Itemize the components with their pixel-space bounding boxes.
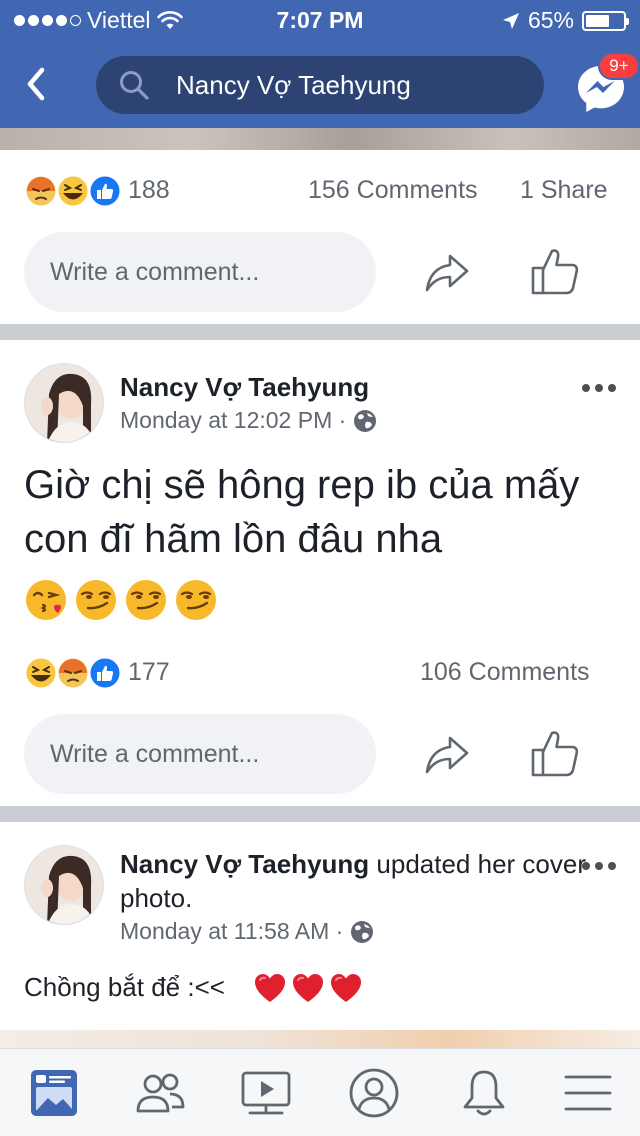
top-bar: Viettel 7:07 PM 65% Nancy Vợ Taehyung 9+ [0, 0, 640, 128]
post-meta: Monday at 12:02 PM · [120, 407, 378, 434]
post-author[interactable]: Nancy Vợ Taehyung [120, 372, 369, 403]
comments-count[interactable]: 106 Comments [420, 658, 590, 687]
kissing-heart-emoji-icon [26, 580, 66, 620]
like-button-icon[interactable] [530, 246, 580, 296]
shares-count[interactable]: 1 Share [520, 176, 608, 205]
post-author[interactable]: Nancy Vợ Taehyung [120, 849, 369, 879]
heart-icon [255, 974, 285, 1002]
share-icon[interactable] [423, 248, 471, 296]
smirk-emoji-icon [126, 580, 166, 620]
news-feed-icon[interactable] [28, 1067, 80, 1119]
profile-icon[interactable] [348, 1067, 400, 1119]
avatar[interactable] [24, 363, 104, 443]
heart-icon [293, 974, 323, 1002]
reaction-count: 188 [128, 176, 170, 204]
haha-icon [56, 174, 90, 208]
reactions-summary[interactable]: 177 106 Comments [0, 654, 640, 694]
avatar-image [25, 364, 103, 442]
reaction-count: 177 [128, 658, 170, 686]
globe-icon [351, 920, 374, 943]
post-timestamp[interactable]: Monday at 11:58 AM · [120, 918, 343, 945]
post-meta: Monday at 11:58 AM · [120, 918, 375, 945]
haha-icon [24, 656, 58, 690]
feed-divider [0, 324, 640, 340]
share-icon[interactable] [423, 730, 471, 778]
reactions-summary[interactable]: 188 156 Comments 1 Share [0, 172, 640, 212]
bottom-nav [0, 1048, 640, 1136]
heart-icon [331, 974, 361, 1002]
location-arrow-icon [502, 12, 519, 29]
globe-icon [354, 409, 377, 432]
post-text: Giờ chị sẽ hông rep ib của mấy con đĩ hã… [24, 463, 580, 561]
like-icon [88, 174, 122, 208]
post-text: Chồng bắt để :<< [24, 972, 225, 1002]
search-icon [120, 71, 149, 100]
post-emojis [253, 972, 363, 1004]
watch-video-icon[interactable] [240, 1067, 292, 1119]
post-emojis [24, 578, 218, 622]
friends-icon[interactable] [134, 1067, 186, 1119]
battery-icon [582, 10, 629, 31]
smirk-emoji-icon [176, 580, 216, 620]
search-input[interactable]: Nancy Vợ Taehyung [96, 56, 544, 114]
angry-icon [24, 174, 58, 208]
back-arrow-icon[interactable] [22, 66, 52, 102]
avatar[interactable] [24, 845, 104, 925]
angry-icon [56, 656, 90, 690]
photo-preview[interactable] [0, 128, 640, 150]
avatar-image [25, 846, 103, 924]
more-options-icon[interactable] [582, 862, 616, 872]
notifications-bell-icon[interactable] [458, 1067, 510, 1119]
status-bar: Viettel 7:07 PM 65% [0, 0, 640, 40]
like-icon [88, 656, 122, 690]
like-button-icon[interactable] [530, 728, 580, 778]
post-author-line: Nancy Vợ Taehyung updated her cover phot… [120, 847, 590, 915]
battery-percent: 65% [527, 7, 574, 33]
comment-input[interactable]: Write a comment... [24, 714, 376, 794]
messenger-badge: 9+ [598, 52, 640, 80]
cover-photo-preview[interactable] [0, 1030, 640, 1048]
comment-input[interactable]: Write a comment... [24, 232, 376, 312]
search-text: Nancy Vợ Taehyung [176, 70, 411, 100]
comments-count[interactable]: 156 Comments [308, 176, 478, 205]
post-timestamp[interactable]: Monday at 12:02 PM · [120, 407, 346, 434]
more-options-icon[interactable] [582, 384, 616, 394]
feed-divider [0, 806, 640, 822]
smirk-emoji-icon [76, 580, 116, 620]
reaction-icons [24, 656, 122, 690]
reaction-icons [24, 174, 122, 208]
menu-icon[interactable] [562, 1067, 614, 1119]
